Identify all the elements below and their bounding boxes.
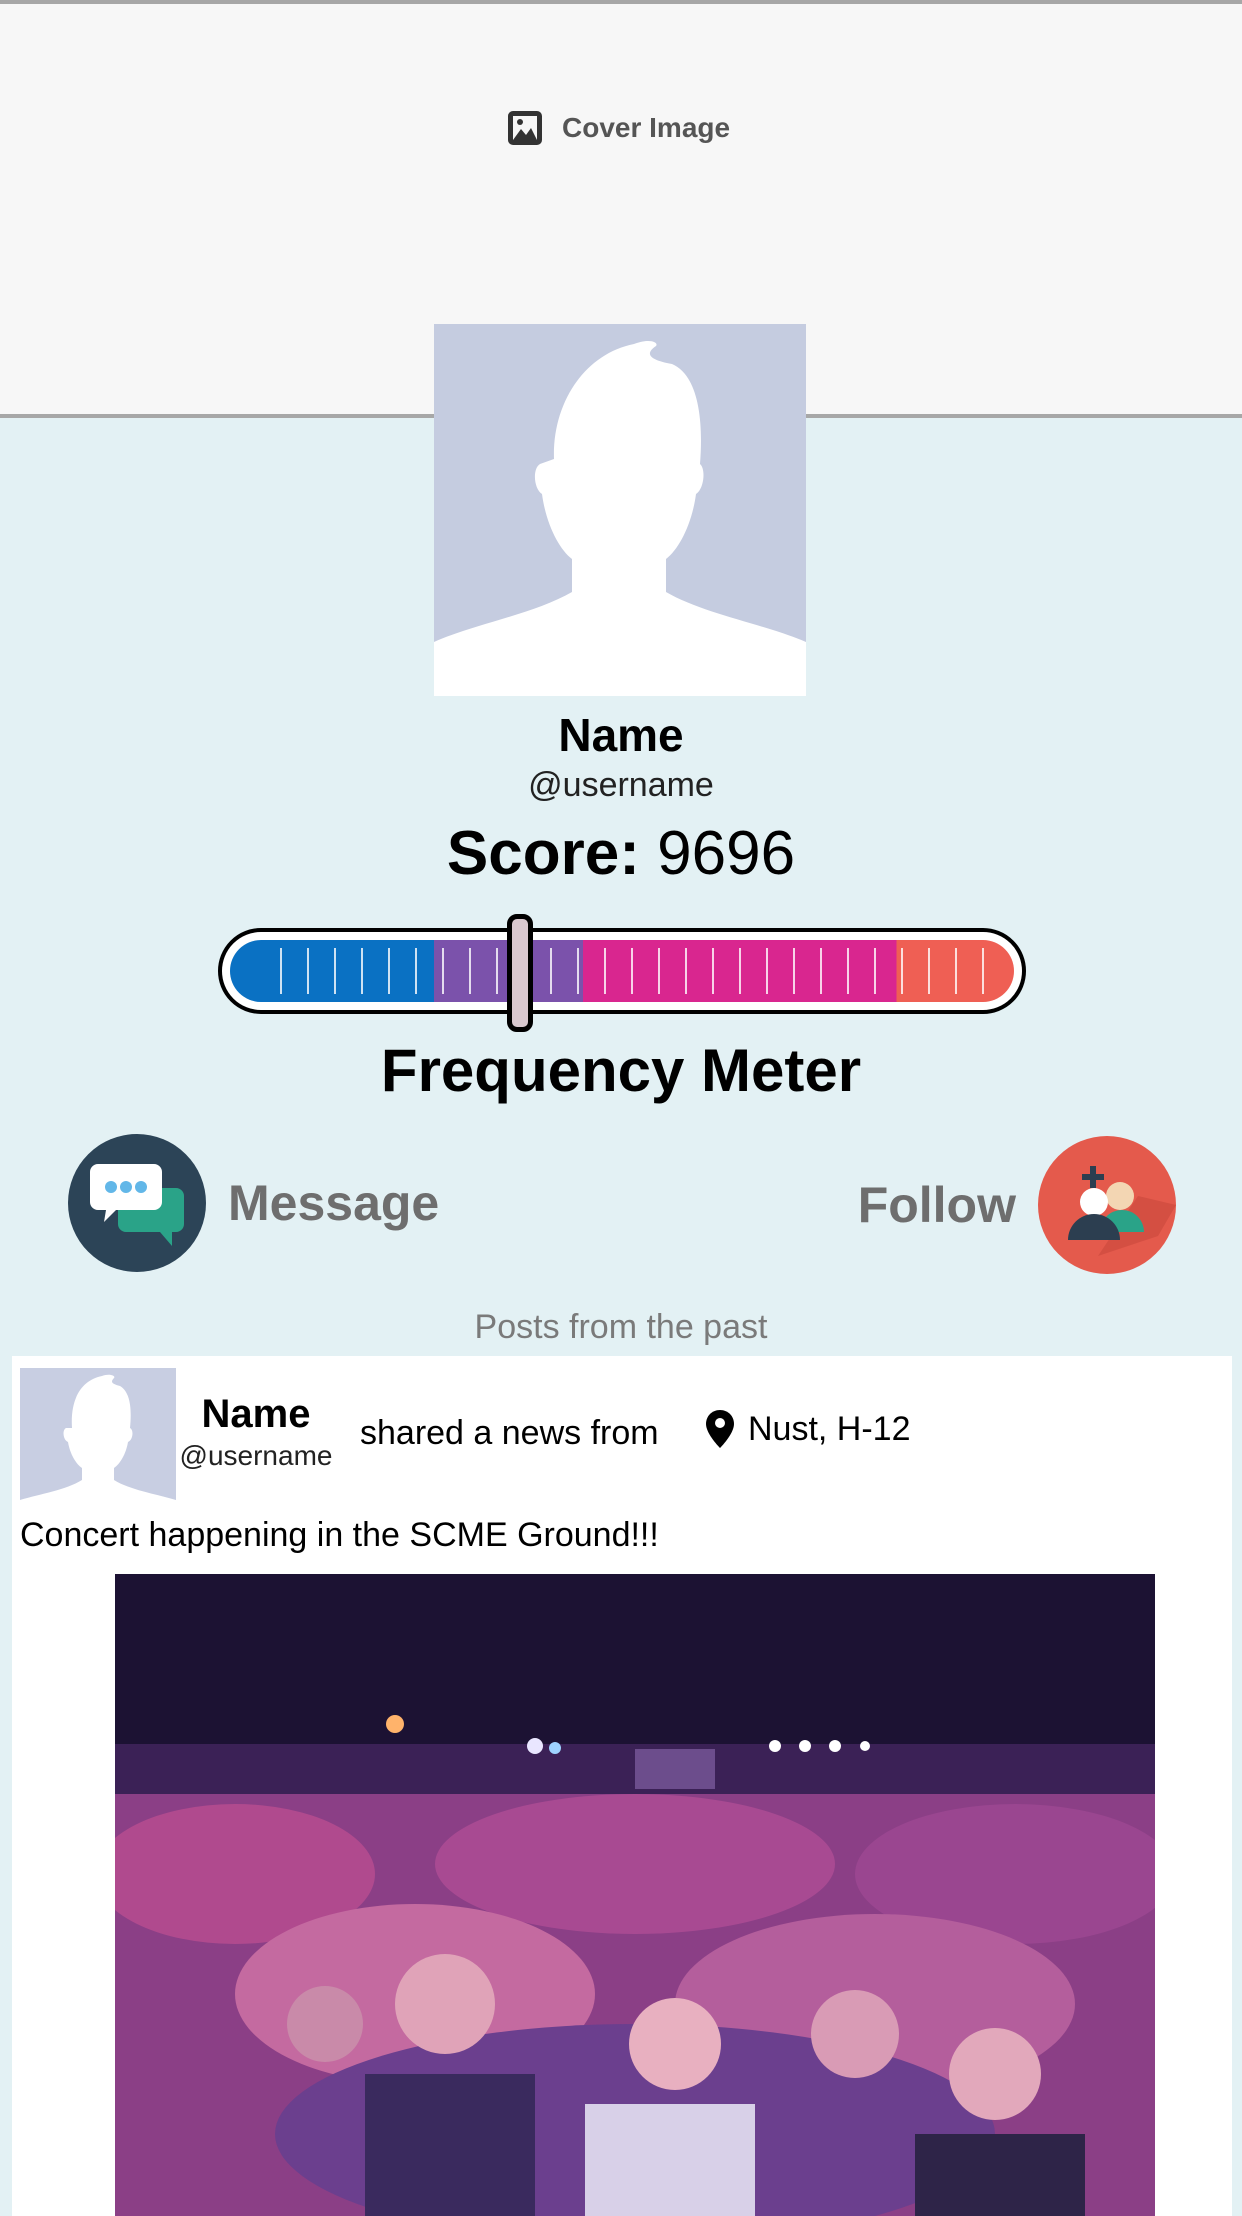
profile-name: Name — [558, 709, 684, 761]
post-location-label: Nust, H-12 — [748, 1409, 911, 1448]
post-action-text: shared a news from — [360, 1414, 659, 1452]
post-author-avatar[interactable] — [20, 1368, 176, 1512]
person-silhouette-icon — [434, 340, 806, 696]
profile-score: Score: 9696 — [0, 818, 1242, 889]
profile-avatar[interactable] — [434, 324, 806, 696]
post-image[interactable] — [115, 1574, 1155, 2216]
frequency-meter-handle[interactable] — [507, 914, 534, 1032]
concert-crowd-photo — [115, 1574, 1155, 2216]
frequency-meter — [218, 928, 1026, 1014]
person-silhouette-icon — [20, 1374, 176, 1512]
frequency-meter-track — [230, 940, 1014, 1002]
frequency-meter-title: Frequency Meter — [380, 1037, 862, 1104]
posts-heading: Posts from the past — [474, 1308, 768, 1346]
add-user-icon — [1038, 1136, 1176, 1274]
cover-image-label[interactable]: Cover Image — [506, 108, 730, 148]
message-label: Message — [228, 1175, 440, 1231]
score-value: 9696 — [657, 819, 796, 888]
post-author-username[interactable]: @username — [174, 1440, 338, 1472]
message-button[interactable]: Message — [68, 1134, 439, 1272]
map-pin-icon — [706, 1410, 734, 1448]
score-label: Score: — [446, 819, 640, 888]
post-author-name[interactable]: Name — [174, 1392, 338, 1437]
follow-button[interactable]: Follow — [858, 1136, 1176, 1274]
image-icon — [508, 111, 542, 145]
post-text: Concert happening in the SCME Ground!!! — [20, 1516, 659, 1554]
post-card[interactable]: Name @username shared a news from Nust, … — [12, 1356, 1232, 2216]
cover-image-text: Cover Image — [562, 112, 731, 143]
meter-ticks — [280, 948, 984, 994]
profile-username: @username — [528, 766, 714, 804]
post-location[interactable]: Nust, H-12 — [704, 1408, 911, 1450]
follow-label: Follow — [857, 1177, 1016, 1233]
chat-bubbles-icon — [68, 1134, 206, 1272]
